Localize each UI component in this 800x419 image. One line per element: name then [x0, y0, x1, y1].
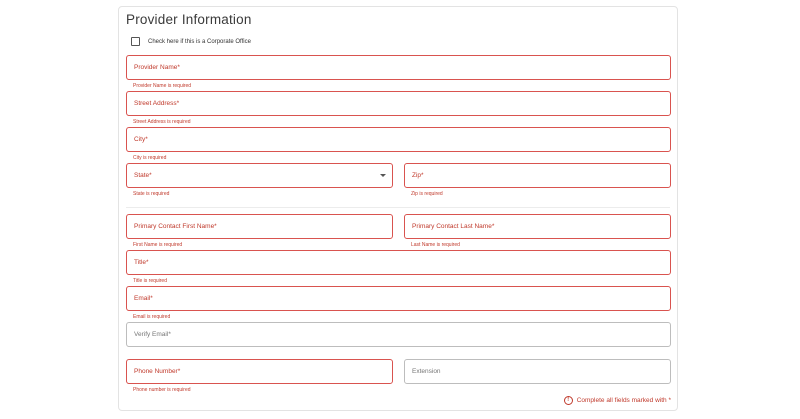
first-name-error: First Name is required [133, 242, 183, 248]
title-placeholder: Title* [134, 259, 149, 266]
title-error: Title is required [133, 278, 167, 284]
corporate-office-checkbox[interactable] [131, 37, 140, 46]
email-input[interactable]: Email* [126, 286, 671, 311]
warning-icon: ! [563, 396, 573, 405]
last-name-placeholder: Primary Contact Last Name* [412, 223, 495, 230]
first-name-input[interactable]: Primary Contact First Name* [126, 214, 393, 239]
zip-error: Zip is required [411, 191, 443, 197]
email-placeholder: Email* [134, 295, 153, 302]
street-address-error: Street Address is required [133, 119, 191, 125]
section-divider [126, 207, 670, 208]
phone-number-placeholder: Phone Number* [134, 368, 181, 375]
street-address-input[interactable]: Street Address* [126, 91, 671, 116]
city-placeholder: City* [134, 136, 148, 143]
last-name-input[interactable]: Primary Contact Last Name* [404, 214, 671, 239]
corporate-office-label[interactable]: Check here if this is a Corporate Office [148, 39, 251, 45]
zip-placeholder: Zip* [412, 172, 424, 179]
verify-email-placeholder: Verify Email* [134, 331, 171, 338]
provider-name-input[interactable]: Provider Name* [126, 55, 671, 80]
required-fields-note: ! Complete all fields marked with * [563, 396, 671, 405]
city-input[interactable]: City* [126, 127, 671, 152]
zip-input[interactable]: Zip* [404, 163, 671, 188]
required-fields-text: Complete all fields marked with * [576, 397, 671, 404]
phone-number-input[interactable]: Phone Number* [126, 359, 393, 384]
verify-email-input[interactable]: Verify Email* [126, 322, 671, 347]
phone-number-error: Phone number is required [133, 387, 191, 393]
title-input[interactable]: Title* [126, 250, 671, 275]
first-name-placeholder: Primary Contact First Name* [134, 223, 217, 230]
last-name-error: Last Name is required [411, 242, 460, 248]
form-title: Provider Information [126, 12, 252, 27]
state-error: State is required [133, 191, 170, 197]
extension-input[interactable]: Extension [404, 359, 671, 384]
provider-name-error: Provider Name is required [133, 83, 192, 89]
provider-name-placeholder: Provider Name* [134, 64, 180, 71]
email-error: Email is required [133, 314, 171, 320]
state-select[interactable]: State* [126, 163, 393, 188]
state-placeholder: State* [134, 172, 152, 179]
corporate-office-row[interactable]: Check here if this is a Corporate Office [131, 37, 251, 46]
extension-placeholder: Extension [412, 368, 441, 375]
chevron-down-icon[interactable] [380, 174, 386, 177]
street-address-placeholder: Street Address* [134, 100, 180, 107]
city-error: City is required [133, 155, 167, 161]
